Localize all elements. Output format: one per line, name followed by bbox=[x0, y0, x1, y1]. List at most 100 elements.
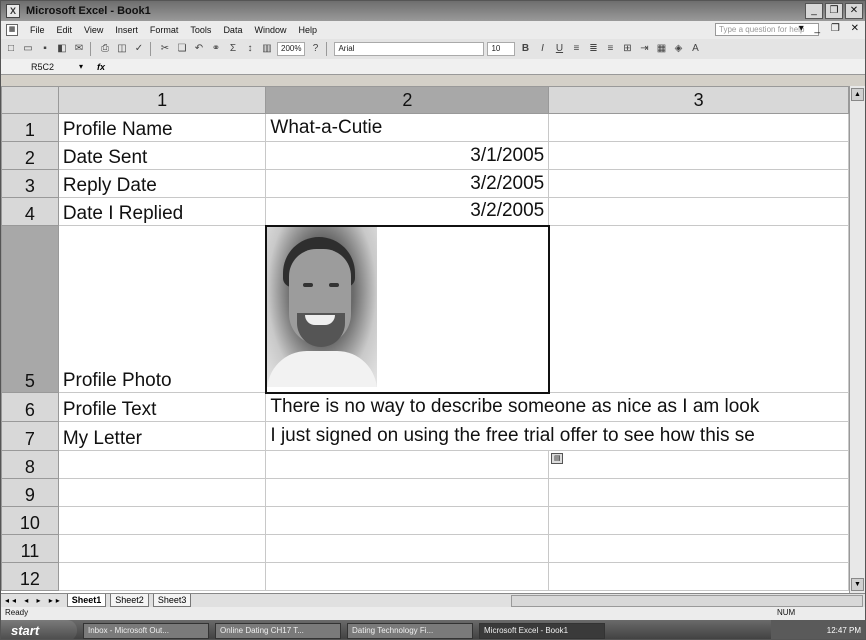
print-preview-icon[interactable]: ◫ bbox=[115, 42, 129, 56]
font-size-dropdown[interactable]: 10 bbox=[487, 42, 516, 56]
menu-view[interactable]: View bbox=[84, 25, 103, 35]
menu-edit[interactable]: Edit bbox=[57, 25, 73, 35]
cell-empty[interactable] bbox=[57, 450, 267, 479]
cell-value[interactable]: 3/1/2005 bbox=[265, 141, 550, 170]
indent-icon[interactable]: ⇥ bbox=[637, 42, 651, 56]
cell-empty[interactable] bbox=[265, 506, 550, 535]
tab-sheet1[interactable]: Sheet1 bbox=[66, 594, 107, 607]
save-icon[interactable]: ▪ bbox=[38, 42, 52, 56]
taskbar-item-word-dating-tech[interactable]: Dating Technology Fi... bbox=[347, 622, 473, 639]
start-button[interactable]: start bbox=[1, 620, 77, 639]
cell-empty[interactable] bbox=[265, 534, 550, 563]
tab-sheet2[interactable]: Sheet2 bbox=[110, 594, 149, 607]
cell-empty[interactable] bbox=[548, 534, 849, 563]
cell-value[interactable]: 3/2/2005 bbox=[265, 169, 550, 198]
select-all-corner[interactable] bbox=[1, 86, 59, 114]
row-header[interactable]: 5 bbox=[1, 225, 59, 393]
italic-icon[interactable]: I bbox=[535, 42, 549, 56]
row-header[interactable]: 9 bbox=[1, 478, 59, 507]
row-header[interactable]: 11 bbox=[1, 534, 59, 563]
taskbar-item-word-ch17[interactable]: Online Dating CH17 T... bbox=[215, 622, 341, 639]
permission-icon[interactable]: ◧ bbox=[55, 42, 69, 56]
tray-clock[interactable]: 12:47 PM bbox=[827, 626, 861, 635]
new-icon[interactable]: □ bbox=[4, 42, 18, 56]
taskbar-item-outlook[interactable]: Inbox - Microsoft Out... bbox=[83, 622, 209, 639]
undo-icon[interactable]: ↶ bbox=[192, 42, 206, 56]
cell-label[interactable]: Profile Photo bbox=[57, 225, 267, 393]
cell-empty[interactable] bbox=[548, 562, 849, 591]
cell-empty[interactable] bbox=[548, 169, 849, 198]
underline-icon[interactable]: U bbox=[552, 42, 566, 56]
open-icon[interactable]: ▭ bbox=[21, 42, 35, 56]
autosum-icon[interactable]: Σ bbox=[226, 42, 240, 56]
cell-value[interactable]: What-a-Cutie bbox=[265, 113, 550, 142]
row-header[interactable]: 8 bbox=[1, 450, 59, 479]
insert-function-icon[interactable]: fx bbox=[97, 62, 105, 72]
cell-empty[interactable] bbox=[548, 225, 849, 393]
cell-empty[interactable] bbox=[265, 478, 550, 507]
menu-window[interactable]: Window bbox=[254, 25, 286, 35]
hyperlink-icon[interactable]: ⚭ bbox=[209, 42, 223, 56]
print-icon[interactable]: ⎙ bbox=[98, 42, 112, 56]
row-header[interactable]: 4 bbox=[1, 197, 59, 226]
cut-icon[interactable]: ✂ bbox=[158, 42, 172, 56]
menu-help[interactable]: Help bbox=[298, 25, 317, 35]
borders-icon[interactable]: ▦ bbox=[654, 42, 668, 56]
menu-data[interactable]: Data bbox=[223, 25, 242, 35]
menu-insert[interactable]: Insert bbox=[115, 25, 138, 35]
document-window-controls[interactable]: ▾ _ ❐ ✕ bbox=[799, 23, 863, 34]
workbook-icon[interactable]: ▦ bbox=[6, 24, 18, 36]
cell-label[interactable]: Date Sent bbox=[57, 141, 267, 170]
restore-button[interactable]: ❐ bbox=[825, 3, 843, 19]
cell-empty[interactable] bbox=[57, 562, 267, 591]
font-dropdown[interactable]: Arial bbox=[334, 42, 485, 56]
taskbar-item-excel[interactable]: Microsoft Excel - Book1 bbox=[479, 622, 605, 639]
row-header[interactable]: 2 bbox=[1, 141, 59, 170]
vertical-scrollbar[interactable]: ▲ ▼ bbox=[849, 86, 865, 593]
minimize-button[interactable]: _ bbox=[805, 3, 823, 19]
column-header-1[interactable]: 1 bbox=[57, 86, 267, 114]
cell-empty[interactable] bbox=[57, 534, 267, 563]
row-header[interactable]: 6 bbox=[1, 392, 59, 422]
row-header[interactable]: 7 bbox=[1, 421, 59, 451]
column-header-3[interactable]: 3 bbox=[548, 86, 849, 114]
bold-icon[interactable]: B bbox=[518, 42, 532, 56]
row-header[interactable]: 3 bbox=[1, 169, 59, 198]
cell-empty[interactable] bbox=[57, 506, 267, 535]
close-button[interactable]: ✕ bbox=[845, 3, 863, 19]
cell-empty[interactable] bbox=[548, 478, 849, 507]
spelling-icon[interactable]: ✓ bbox=[132, 42, 146, 56]
copy-icon[interactable]: ❏ bbox=[175, 42, 189, 56]
chart-wizard-icon[interactable]: ▥ bbox=[260, 42, 274, 56]
cell-label[interactable]: My Letter bbox=[57, 421, 267, 451]
name-box[interactable]: R5C2 bbox=[31, 62, 79, 72]
help-icon[interactable]: ? bbox=[308, 42, 322, 56]
cell-value[interactable]: 3/2/2005 bbox=[265, 197, 550, 226]
horizontal-scrollbar[interactable] bbox=[511, 595, 863, 607]
cell-empty[interactable] bbox=[548, 141, 849, 170]
merge-center-icon[interactable]: ⊞ bbox=[620, 42, 634, 56]
cell-empty[interactable] bbox=[548, 197, 849, 226]
column-header-2[interactable]: 2 bbox=[265, 86, 550, 114]
paste-options-icon[interactable]: ▤ bbox=[551, 453, 564, 464]
row-header[interactable]: 10 bbox=[1, 506, 59, 535]
fill-color-icon[interactable]: ◈ bbox=[671, 42, 685, 56]
align-right-icon[interactable]: ≡ bbox=[603, 42, 617, 56]
cell-empty[interactable] bbox=[57, 478, 267, 507]
cell-empty[interactable] bbox=[265, 562, 550, 591]
cell-empty[interactable] bbox=[548, 506, 849, 535]
cell-label[interactable]: Profile Name bbox=[57, 113, 267, 142]
cell-empty[interactable] bbox=[265, 450, 550, 479]
cell-value[interactable]: I just signed on using the free trial of… bbox=[265, 421, 849, 451]
menu-format[interactable]: Format bbox=[150, 25, 179, 35]
cell-value[interactable]: There is no way to describe someone as n… bbox=[265, 392, 849, 422]
name-box-dropdown-icon[interactable]: ▾ bbox=[79, 62, 83, 71]
scroll-down-arrow-icon[interactable]: ▼ bbox=[851, 578, 864, 591]
row-header[interactable]: 12 bbox=[1, 562, 59, 591]
align-left-icon[interactable]: ≡ bbox=[569, 42, 583, 56]
sort-ascending-icon[interactable]: ↕ bbox=[243, 42, 257, 56]
excel-app-icon[interactable]: X bbox=[6, 4, 20, 18]
menu-tools[interactable]: Tools bbox=[190, 25, 211, 35]
profile-photo[interactable] bbox=[267, 227, 377, 387]
font-color-icon[interactable]: A bbox=[688, 42, 702, 56]
